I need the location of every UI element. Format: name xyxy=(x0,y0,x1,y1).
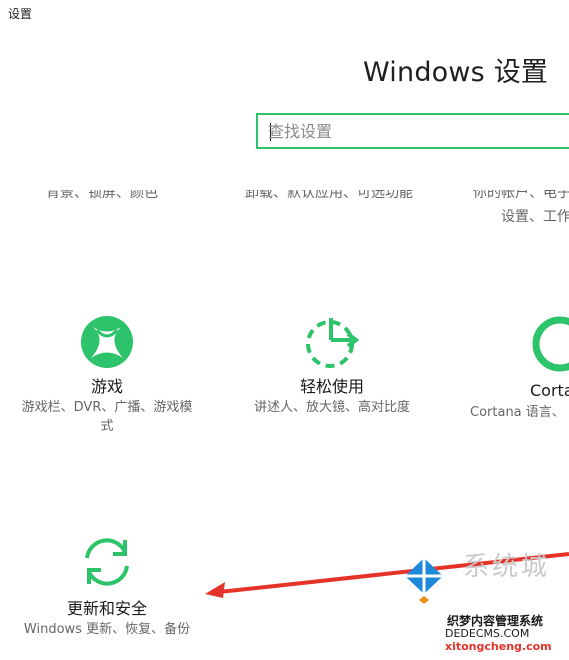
watermark-line3: xitongcheng.com xyxy=(445,640,552,653)
windows-logo-icon xyxy=(399,556,449,610)
cortana-icon xyxy=(530,314,569,374)
site-watermark: 系统城 织梦内容管理系统 DEDECMS.COM xitongcheng.com xyxy=(399,544,563,654)
clipped-desc-apps: 卸载、默认应用、可选功能 xyxy=(245,190,413,199)
tile-ease-of-access-title: 轻松使用 xyxy=(299,377,364,396)
tile-cortana[interactable]: Cortana Cortana 语言、 xyxy=(468,314,569,424)
ease-of-access-icon xyxy=(302,314,362,370)
clipped-desc-personalization: 背景、锁屏、颜色 xyxy=(46,190,158,199)
accounts-desc-line2: 设置、工作 xyxy=(501,209,569,225)
watermark-title: 系统城 xyxy=(463,552,551,582)
page-title: Windows 设置 xyxy=(363,57,549,88)
tile-cortana-desc: Cortana 语言、 xyxy=(470,405,565,420)
tile-update-security[interactable]: 更新和安全 Windows 更新、恢复、备份 xyxy=(12,532,202,639)
tile-cortana-title: Cortana xyxy=(530,381,569,400)
search-input[interactable] xyxy=(268,115,558,147)
search-box[interactable] xyxy=(256,113,569,149)
window-title: 设置 xyxy=(8,7,33,21)
tile-gaming[interactable]: 游戏 游戏栏、DVR、广播、游戏模式 xyxy=(12,314,202,436)
xbox-icon xyxy=(79,314,135,370)
tile-update-security-title: 更新和安全 xyxy=(66,599,147,618)
tile-ease-of-access-desc: 讲述人、放大镜、高对比度 xyxy=(253,400,410,415)
update-sync-icon xyxy=(77,532,137,592)
tile-update-security-desc: Windows 更新、恢复、备份 xyxy=(23,622,191,637)
clipped-desc-accounts: 你的帐户、电子邮件、同步 xyxy=(473,190,569,199)
tile-ease-of-access[interactable]: 轻松使用 讲述人、放大镜、高对比度 xyxy=(237,314,427,417)
watermark-line2: DEDECMS.COM xyxy=(445,627,530,640)
tile-gaming-desc: 游戏栏、DVR、广播、游戏模式 xyxy=(21,400,193,434)
tile-gaming-title: 游戏 xyxy=(90,377,123,396)
